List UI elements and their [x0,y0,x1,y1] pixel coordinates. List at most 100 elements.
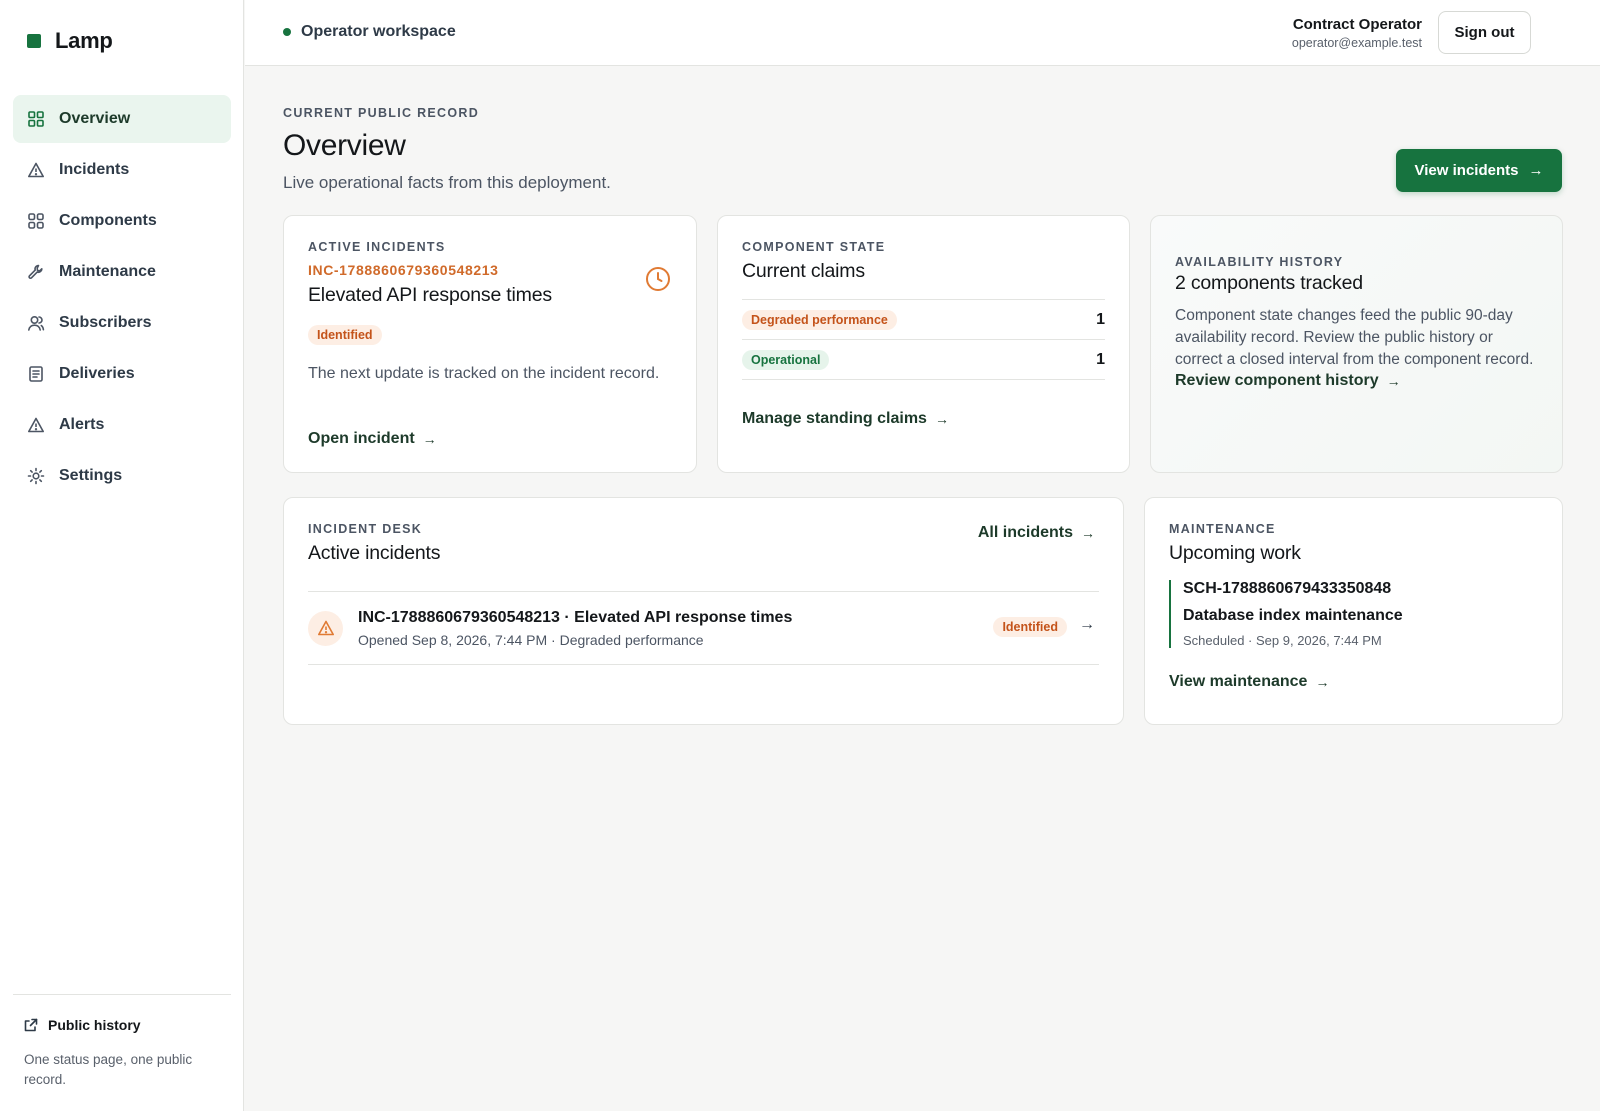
incident-title: Elevated API response times [308,284,552,306]
claim-row: Degraded performance 1 [742,300,1105,340]
view-incidents-label: View incidents [1414,162,1519,179]
maintenance-title: Database index maintenance [1183,607,1403,624]
manage-claims-label: Manage standing claims [742,410,927,427]
status-badge: Identified [993,617,1067,637]
sidebar-item-label: Settings [59,467,123,484]
arrow-right-icon: → [1315,674,1330,690]
grid-icon [27,110,45,128]
sidebar-item-maintenance[interactable]: Maintenance [13,248,231,296]
maintenance-id: SCH-1788860679433350848 [1183,580,1392,597]
claims-list: Degraded performance 1 Operational 1 [742,299,1105,380]
claim-count: 1 [1096,350,1105,368]
sidebar-item-components[interactable]: Components [13,197,231,245]
incident-desk-card: INCIDENT DESK Active incidents All incid… [283,497,1124,725]
view-maintenance-label: View maintenance [1169,673,1308,690]
sidebar-item-label: Incidents [59,161,130,178]
incident-row-text: INC-1788860679360548213 · Elevated API r… [358,609,792,648]
arrow-right-icon: → [1081,525,1095,541]
public-history-link[interactable]: Public history [24,1017,220,1033]
availability-history-card: AVAILABILITY HISTORY 2 components tracke… [1150,215,1563,473]
status-dot-icon [283,28,291,36]
sidebar-item-label: Subscribers [59,314,152,331]
incident-row-title: INC-1788860679360548213 · Elevated API r… [358,608,793,626]
user-name: Contract Operator [1292,16,1422,33]
sign-out-button[interactable]: Sign out [1438,11,1531,54]
arrow-right-icon: → [934,411,949,427]
sidebar: Lamp Overview Incidents Components Maint… [0,0,244,1111]
workspace-indicator: Operator workspace [283,23,456,41]
card-eyebrow: ACTIVE INCIDENTS [308,240,446,254]
wrench-icon [27,263,45,281]
claim-count: 1 [1096,310,1105,328]
page-eyebrow: CURRENT PUBLIC RECORD [283,106,480,120]
arrow-right-icon[interactable]: → [1079,616,1095,634]
component-state-card: COMPONENT STATE Current claims Degraded … [717,215,1130,473]
review-history-label: Review component history [1175,372,1379,389]
incident-description: The next update is tracked on the incide… [308,365,660,382]
page-title: Overview [283,129,406,162]
external-link-icon [24,1018,38,1032]
sidebar-item-label: Components [59,212,157,229]
page-header: CURRENT PUBLIC RECORD Overview Live oper… [283,106,611,193]
all-incidents-label: All incidents [977,524,1073,541]
card-eyebrow: AVAILABILITY HISTORY [1175,255,1344,269]
gear-icon [27,467,45,485]
brand[interactable]: Lamp [27,28,113,54]
list-item[interactable]: INC-1788860679360548213 · Elevated API r… [308,592,1099,665]
maintenance-card: MAINTENANCE Upcoming work SCH-1788860679… [1144,497,1563,725]
claim-badge-operational: Operational [742,349,830,370]
claim-badge-degraded: Degraded performance [742,309,897,330]
review-history-link[interactable]: Review component history → [1175,372,1401,390]
sidebar-item-settings[interactable]: Settings [13,452,231,500]
sidebar-nav: Overview Incidents Components Maintenanc… [13,95,231,503]
availability-description: Component state changes feed the public … [1175,307,1534,368]
sidebar-item-label: Overview [59,110,131,127]
card-title: Active incidents [308,542,441,564]
claim-row: Operational 1 [742,340,1105,380]
public-history-label: Public history [48,1017,141,1033]
brand-logo-icon [27,34,41,48]
brand-name: Lamp [55,28,113,53]
open-incident-label: Open incident [308,430,415,447]
arrow-right-icon: → [422,431,437,447]
sidebar-item-subscribers[interactable]: Subscribers [13,299,231,347]
document-icon [27,365,45,383]
card-title: Upcoming work [1169,542,1301,564]
user-email: operator@example.test [1291,36,1422,50]
incident-id: INC-1788860679360548213 [308,262,499,278]
status-badge: Identified [308,325,382,345]
user-icon [27,314,45,332]
page-subtitle: Live operational facts from this deploym… [283,173,611,192]
clock-icon [646,267,670,291]
arrow-right-icon: → [1528,162,1544,179]
sidebar-item-label: Maintenance [59,263,156,280]
sidebar-footer: Public history One status page, one publ… [13,994,231,1090]
card-title: 2 components tracked [1175,272,1363,294]
card-title: Current claims [742,260,865,282]
incident-list: INC-1788860679360548213 · Elevated API r… [308,591,1099,665]
incident-row-meta: Opened Sep 8, 2026, 7:44 PM · Degraded p… [358,631,704,648]
sidebar-item-label: Deliveries [59,365,135,382]
all-incidents-link[interactable]: All incidents → [978,524,1095,542]
warning-icon [27,161,45,179]
sidebar-footer-note: One status page, one public record. [24,1052,193,1087]
user-info: Contract Operator operator@example.test [1292,16,1422,50]
card-eyebrow: COMPONENT STATE [742,240,886,254]
components-icon [27,212,45,230]
view-incidents-button[interactable]: View incidents → [1396,149,1562,192]
arrow-right-icon: → [1386,373,1401,389]
active-incidents-card: ACTIVE INCIDENTS INC-1788860679360548213… [283,215,697,473]
sidebar-item-alerts[interactable]: Alerts [13,401,231,449]
card-eyebrow: MAINTENANCE [1169,522,1276,536]
workspace-label: Operator workspace [301,23,456,40]
topbar: Operator workspace Contract Operator ope… [245,0,1600,66]
sidebar-item-overview[interactable]: Overview [13,95,231,143]
warning-icon [308,610,343,646]
sidebar-item-incidents[interactable]: Incidents [13,146,231,194]
manage-claims-link[interactable]: Manage standing claims → [742,410,949,428]
sidebar-item-label: Alerts [59,416,105,433]
maintenance-item: SCH-1788860679433350848 Database index m… [1169,580,1538,648]
sidebar-item-deliveries[interactable]: Deliveries [13,350,231,398]
view-maintenance-link[interactable]: View maintenance → [1169,673,1329,691]
open-incident-link[interactable]: Open incident → [308,430,437,448]
